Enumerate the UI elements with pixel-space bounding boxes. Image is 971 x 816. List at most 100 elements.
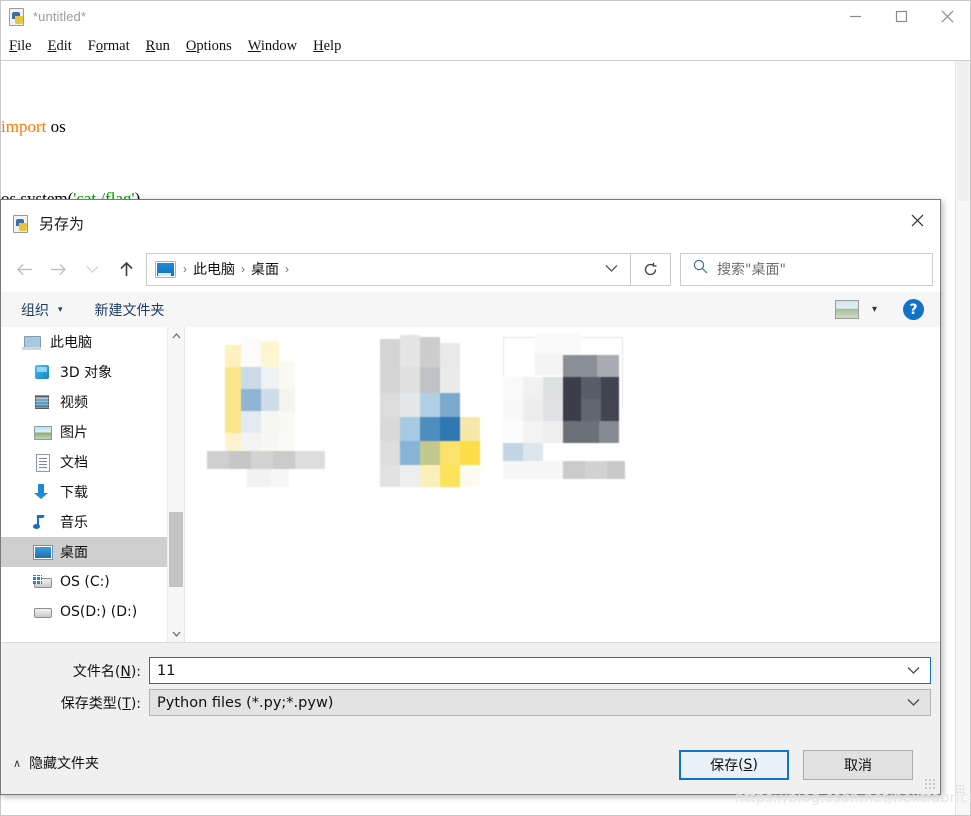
filename-input[interactable]: 11 — [149, 657, 931, 684]
filename-accel: N — [120, 663, 131, 680]
sidebar-item-label: OS(D:) (D:) — [60, 604, 138, 620]
sidebar-item-pictures[interactable]: 图片 — [1, 417, 167, 447]
filetype-label: 保存类型(T): — [60, 695, 141, 712]
address-bar-row: › 此电脑 › 桌面 › 搜索"桌面" — [1, 246, 940, 292]
forward-arrow-icon[interactable] — [41, 252, 75, 286]
sidebar-item-label: 3D 对象 — [60, 365, 113, 381]
sidebar-item-label: OS (C:) — [60, 574, 110, 590]
editor-title: *untitled* — [33, 9, 87, 24]
filename-row: 文件名(N): 11 — [1, 655, 940, 686]
minimize-icon[interactable] — [832, 1, 878, 32]
chevron-down-icon[interactable]: ▾ — [872, 304, 877, 315]
sidebar-item-os-c[interactable]: OS (C:) — [1, 567, 167, 597]
refresh-icon[interactable] — [631, 252, 671, 286]
recent-locations-icon[interactable] — [75, 252, 109, 286]
censored-thumbnail-3[interactable] — [503, 333, 633, 483]
menu-file[interactable]: File — [1, 38, 40, 55]
cancel-button-label: 取消 — [844, 758, 872, 774]
python-file-icon — [9, 8, 26, 26]
breadcrumb-separator: › — [241, 262, 245, 276]
window-resize-grip[interactable] — [955, 784, 965, 794]
chevron-down-icon[interactable] — [907, 694, 920, 712]
resize-grip[interactable] — [924, 778, 936, 790]
toolbar-right-group: ▾ ? — [834, 299, 940, 320]
downloads-icon — [33, 483, 51, 501]
breadcrumb[interactable]: › 此电脑 › 桌面 › — [146, 252, 631, 286]
maximize-icon[interactable] — [878, 1, 924, 32]
sidebar-item-label: 此电脑 — [50, 335, 92, 351]
scroll-up-arrow[interactable] — [168, 327, 184, 344]
watermark-text: https://blog.csdn.net/nextfabricate — [735, 790, 971, 806]
breadcrumb-item-desktop[interactable]: 桌面 — [251, 259, 279, 279]
censored-thumbnail-2[interactable] — [380, 335, 500, 490]
sidebar-item-3d-objects[interactable]: 3D 对象 — [1, 357, 167, 387]
search-input[interactable]: 搜索"桌面" — [680, 252, 933, 286]
save-button-label: 保存 — [710, 758, 739, 774]
filetype-value: Python files (*.py;*.pyw) — [157, 694, 334, 711]
menu-window[interactable]: Window — [240, 38, 305, 55]
chevron-down-icon[interactable] — [907, 662, 920, 680]
sidebar-item-label: 视频 — [60, 395, 88, 411]
drive-icon — [33, 603, 52, 621]
code-keyword-import: import — [1, 117, 47, 136]
sidebar-item-music[interactable]: 音乐 — [1, 507, 167, 537]
filetype-row: 保存类型(T): Python files (*.py;*.pyw) — [1, 687, 940, 718]
chevron-down-icon[interactable] — [605, 260, 618, 278]
filename-value: 11 — [157, 662, 176, 679]
filetype-label-text: 保存类型 — [60, 695, 117, 712]
organize-button[interactable]: 组织 ▾ — [17, 300, 63, 320]
organize-label: 组织 — [21, 302, 49, 319]
new-folder-button[interactable]: 新建文件夹 — [91, 300, 169, 320]
file-list-pane[interactable] — [184, 327, 940, 642]
editor-vertical-scrollbar[interactable] — [955, 61, 970, 815]
editor-menubar: File Edit Format Run Options Window Help — [1, 32, 970, 61]
menu-help[interactable]: Help — [305, 38, 349, 55]
filetype-accel: T — [122, 695, 131, 712]
editor-titlebar: *untitled* — [1, 1, 970, 32]
sidebar-item-label: 文档 — [60, 455, 88, 471]
documents-icon — [33, 453, 51, 472]
filename-label: 文件名(N): — [72, 663, 141, 680]
back-arrow-icon[interactable] — [7, 252, 41, 286]
up-arrow-icon[interactable] — [109, 252, 143, 286]
3d-objects-icon — [33, 363, 51, 381]
search-icon — [693, 259, 708, 279]
hide-folders-label: 隐藏文件夹 — [29, 756, 100, 772]
sidebar-item-desktop[interactable]: 桌面 — [1, 537, 167, 567]
videos-icon — [33, 393, 51, 411]
scroll-down-arrow[interactable] — [168, 625, 184, 642]
code-module-os: os — [46, 117, 66, 136]
close-icon[interactable] — [924, 1, 970, 32]
navigation-scrollbar-thumb[interactable] — [169, 512, 183, 587]
filetype-select[interactable]: Python files (*.py;*.pyw) — [149, 689, 931, 716]
window-controls — [832, 1, 970, 32]
sidebar-item-videos[interactable]: 视频 — [1, 387, 167, 417]
view-layout-icon[interactable] — [834, 300, 859, 319]
dialog-footer: ∧ 隐藏文件夹 保存(S) 取消 — [1, 736, 940, 794]
save-button[interactable]: 保存(S) — [679, 750, 789, 780]
sidebar-item-label: 桌面 — [60, 545, 88, 561]
sidebar-item-downloads[interactable]: 下载 — [1, 477, 167, 507]
hide-folders-toggle[interactable]: ∧ 隐藏文件夹 — [13, 753, 99, 773]
dialog-toolbar: 组织 ▾ 新建文件夹 ▾ ? — [1, 292, 940, 328]
menu-edit[interactable]: Edit — [40, 38, 80, 55]
sidebar-item-os-d[interactable]: OS(D:) (D:) — [1, 597, 167, 627]
chevron-up-icon: ∧ — [13, 757, 22, 770]
dialog-close-icon[interactable] — [894, 200, 940, 240]
sidebar-item-label: 下载 — [60, 485, 88, 501]
cancel-button[interactable]: 取消 — [803, 750, 913, 780]
code-line-1: import os — [1, 115, 956, 139]
navigation-pane: 此电脑 3D 对象 视频 图片 文档 下载 音乐 桌面 OS (C:) OS(D… — [1, 327, 167, 642]
help-button[interactable]: ? — [903, 299, 924, 320]
filename-label-text: 文件名 — [72, 663, 115, 680]
navigation-pane-scrollbar[interactable] — [167, 327, 184, 642]
sidebar-item-this-pc[interactable]: 此电脑 — [1, 327, 167, 357]
breadcrumb-item-this-pc[interactable]: 此电脑 — [193, 259, 235, 279]
search-placeholder-text: 搜索"桌面" — [717, 262, 786, 278]
menu-options[interactable]: Options — [178, 38, 240, 55]
sidebar-item-documents[interactable]: 文档 — [1, 447, 167, 477]
menu-format[interactable]: Format — [80, 38, 138, 55]
editor-scrollbar-thumb[interactable] — [957, 61, 969, 201]
menu-run[interactable]: Run — [138, 38, 178, 55]
censored-thumbnail-1[interactable] — [207, 337, 337, 487]
